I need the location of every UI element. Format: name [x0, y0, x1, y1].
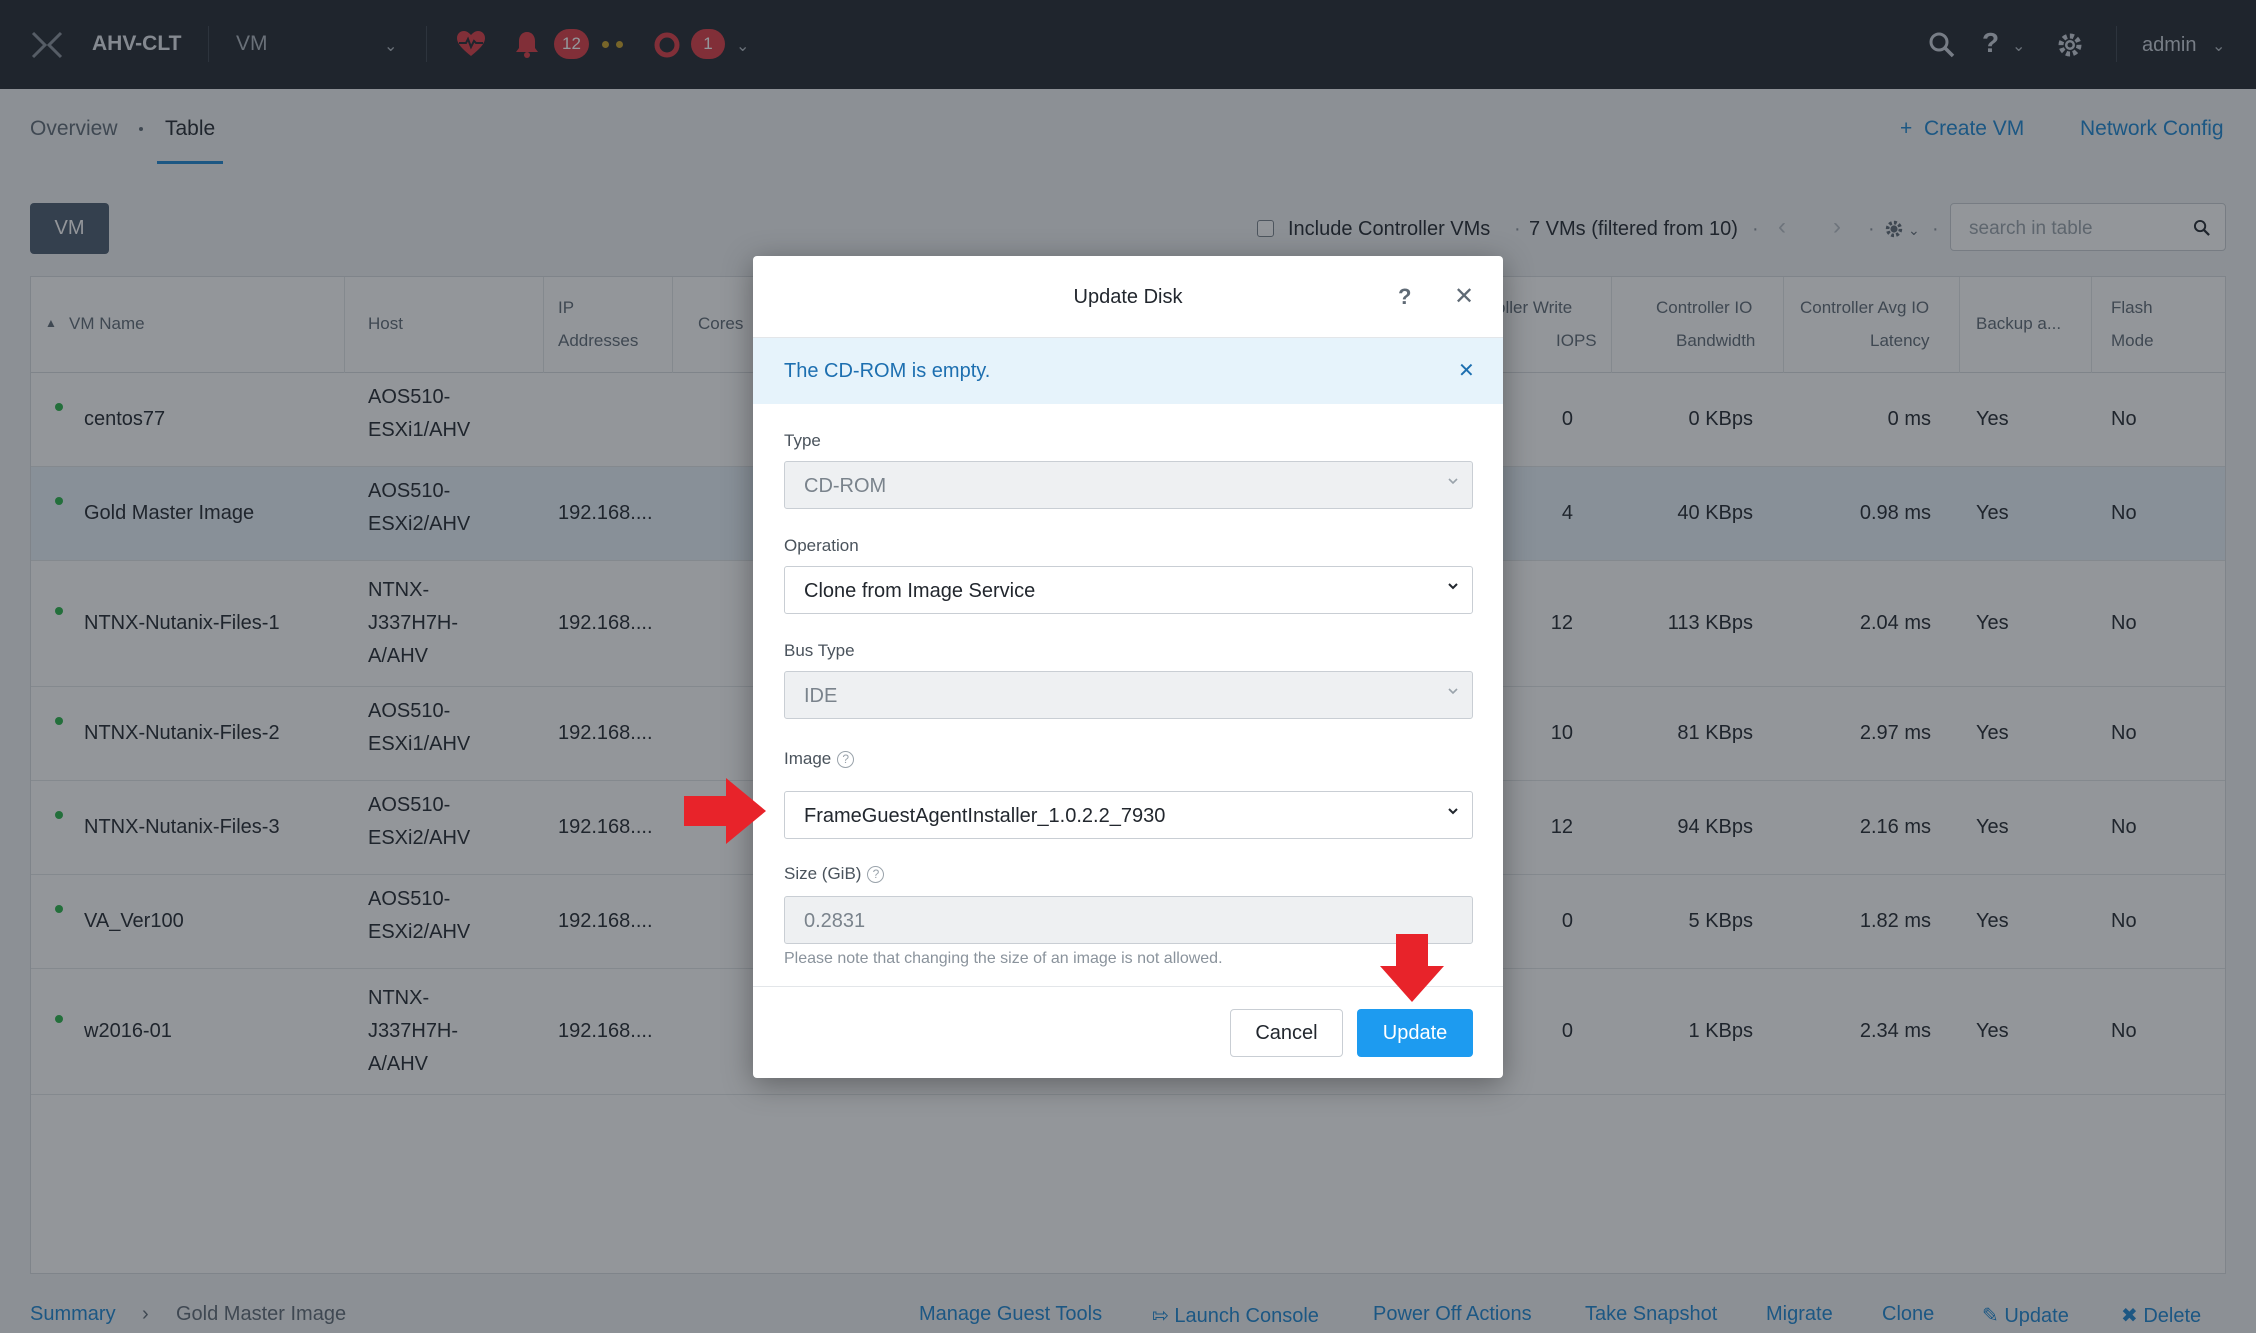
size-label-row: Size (GiB)?	[784, 864, 885, 884]
bus-type-select: IDE	[784, 671, 1473, 719]
operation-label: Operation	[784, 536, 859, 555]
chevron-down-icon	[1448, 478, 1458, 485]
dialog-header: Update Disk ? ✕	[753, 256, 1503, 338]
cancel-button[interactable]: Cancel	[1230, 1009, 1343, 1057]
operation-value: Clone from Image Service	[804, 580, 1036, 602]
type-select: CD-ROM	[784, 461, 1473, 509]
chevron-down-icon	[1448, 583, 1458, 590]
chevron-down-icon	[1448, 808, 1458, 815]
image-label-row: Image?	[784, 749, 855, 769]
operation-select[interactable]: Clone from Image Service	[784, 566, 1473, 614]
type-value: CD-ROM	[804, 475, 887, 497]
image-help-icon[interactable]: ?	[837, 751, 855, 769]
image-label: Image	[784, 749, 832, 768]
dismiss-alert-icon[interactable]: ✕	[1458, 358, 1475, 383]
update-button[interactable]: Update	[1357, 1009, 1473, 1057]
chevron-down-icon	[1448, 688, 1458, 695]
bus-type-label: Bus Type	[784, 641, 855, 660]
size-note: Please note that changing the size of an…	[784, 950, 1223, 967]
size-help-icon[interactable]: ?	[867, 866, 885, 884]
size-label: Size (GiB)	[784, 864, 862, 883]
close-icon[interactable]: ✕	[1454, 282, 1474, 311]
dialog-title: Update Disk	[1073, 286, 1183, 308]
red-arrow-right	[684, 778, 766, 844]
image-select[interactable]: FrameGuestAgentInstaller_1.0.2.2_7930	[784, 791, 1473, 839]
help-icon[interactable]: ?	[1398, 284, 1411, 310]
size-value: 0.2831	[804, 910, 866, 932]
cdrom-empty-alert: The CD-ROM is empty. ✕	[753, 338, 1503, 404]
alert-message: The CD-ROM is empty.	[784, 360, 991, 382]
size-input: 0.2831	[784, 896, 1473, 944]
bus-type-value: IDE	[804, 685, 838, 707]
type-label: Type	[784, 431, 821, 450]
image-value: FrameGuestAgentInstaller_1.0.2.2_7930	[804, 805, 1166, 827]
red-arrow-down	[1380, 934, 1444, 1002]
